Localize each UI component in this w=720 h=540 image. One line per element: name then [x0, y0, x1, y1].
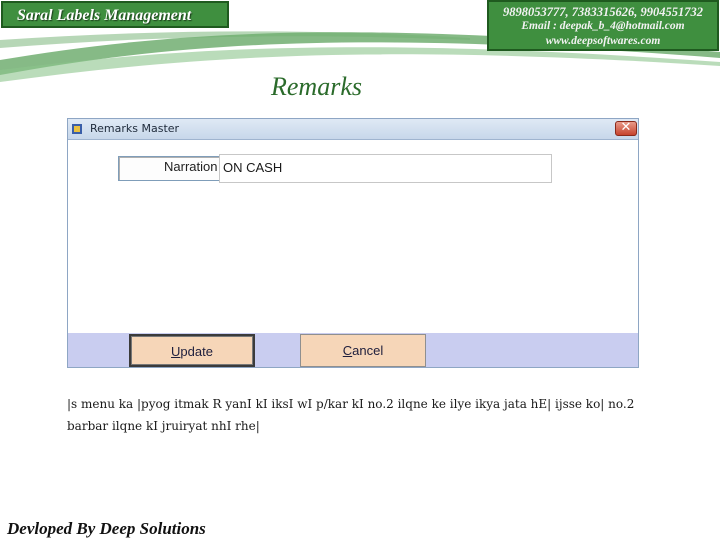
contact-phones: 9898053777, 7383315626, 9904551732: [503, 5, 703, 19]
cancel-button-label: Cancel: [301, 343, 425, 358]
cancel-button[interactable]: Cancel: [300, 334, 426, 367]
update-accelerator: U: [171, 344, 181, 359]
update-label-rest: pdate: [180, 344, 213, 359]
update-button[interactable]: Update: [129, 334, 255, 367]
contact-website: www.deepsoftwares.com: [545, 35, 661, 47]
footer-credit: Devloped By Deep Solutions: [7, 519, 206, 538]
app-title-banner: Saral Labels Management: [1, 1, 229, 28]
cancel-accelerator: C: [342, 343, 353, 358]
update-button-label: Update: [131, 344, 253, 359]
close-icon: ✕: [620, 120, 632, 135]
contact-info-box: 9898053777, 7383315626, 9904551732 Email…: [487, 0, 719, 51]
page-title: Remarks: [271, 72, 362, 101]
narration-label: Narration: [164, 159, 218, 174]
app-window-icon: [72, 124, 82, 134]
contact-email: Email : deepak_b_4@hotmail.com: [521, 20, 685, 32]
window-close-button[interactable]: ✕: [615, 120, 637, 136]
remarks-master-window: Remarks Master ✕ Narration ON CASH Updat…: [67, 118, 639, 368]
narration-input[interactable]: ON CASH: [219, 154, 552, 183]
cancel-label-rest: ancel: [352, 343, 384, 358]
description-text: |s menu ka |pyog itmak R yanI kI iksI wI…: [67, 397, 635, 433]
window-titlebar[interactable]: Remarks Master ✕: [68, 119, 638, 140]
window-title: Remarks Master: [90, 122, 180, 135]
app-title: Saral Labels Management: [17, 7, 192, 24]
